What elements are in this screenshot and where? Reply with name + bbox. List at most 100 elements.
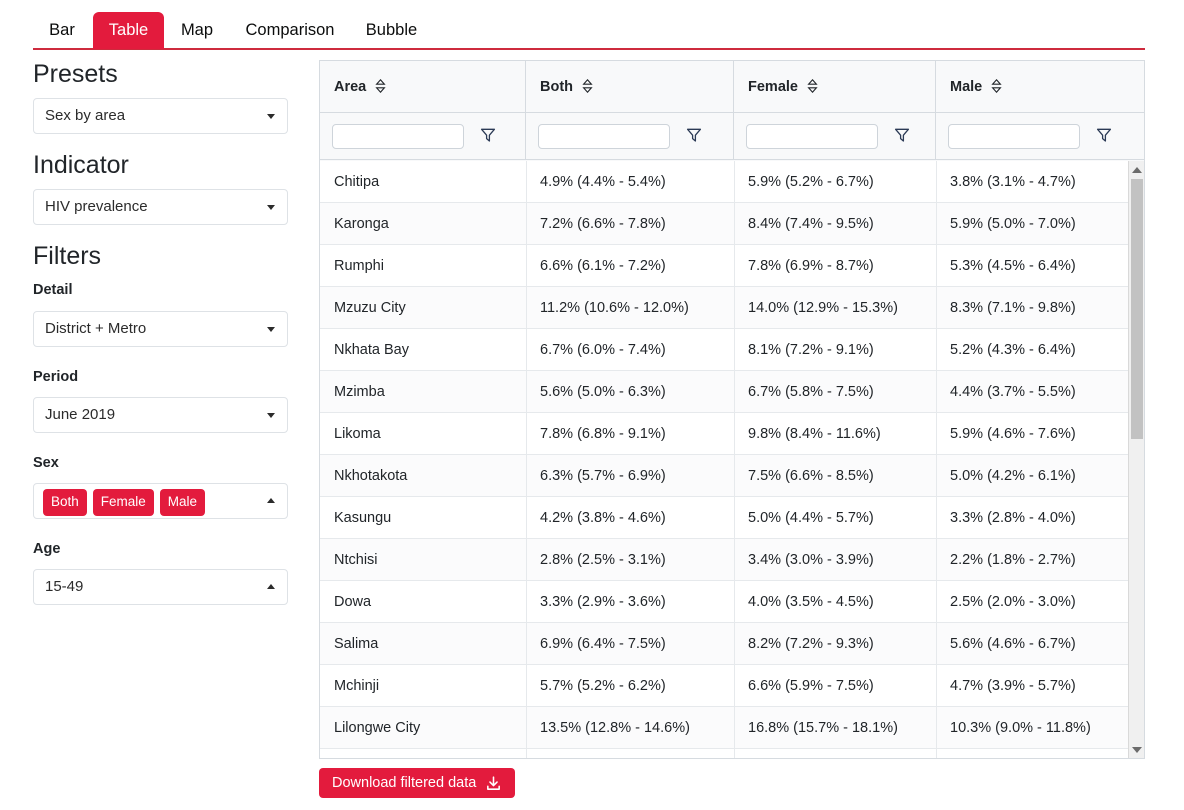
scroll-up-arrow-icon[interactable] [1132,167,1142,173]
cell-divider [734,539,735,581]
cell-area: Karonga [334,216,389,232]
cell-both: 6.9% (6.4% - 7.5%) [540,636,666,652]
table-row[interactable]: Kasungu 4.2% (3.8% - 4.6%) 5.0% (4.4% - 5.… [320,497,1130,539]
sort-updown-icon[interactable] [582,78,593,94]
column-header-label-area: Area [334,79,367,95]
tab-map[interactable]: Map [166,12,228,49]
scroll-down-arrow-icon[interactable] [1132,747,1142,753]
sort-updown-icon[interactable] [991,78,1002,94]
detail-select[interactable]: District + Metro [33,311,288,347]
indicator-select[interactable]: HIV prevalence [33,189,288,225]
cell-male: 5.6% (4.6% - 6.7%) [950,636,1076,652]
sort-updown-icon[interactable] [375,78,386,94]
filter-funnel-icon[interactable] [480,127,496,143]
table-row[interactable]: Dowa 3.3% (2.9% - 3.6%) 4.0% (3.5% - 4.5%)… [320,581,1130,623]
table-row[interactable]: Salima 6.9% (6.4% - 7.5%) 8.2% (7.2% - 9.3… [320,623,1130,665]
filter-input-area[interactable] [332,124,464,149]
column-header-male[interactable]: Male [936,61,1144,113]
cell-both: 4.2% (3.8% - 4.6%) [540,510,666,526]
column-header-area[interactable]: Area [320,61,526,113]
cell-male: 2.2% (1.8% - 2.7%) [950,552,1076,568]
sex-tag-both[interactable]: Both [43,489,87,516]
cell-divider [734,707,735,749]
cell-divider [526,287,527,329]
cell-female: 7.5% (6.6% - 8.5%) [748,468,874,484]
column-header-label-male: Male [950,79,983,95]
download-filtered-data-button[interactable]: Download filtered data [319,768,516,798]
cell-area: Ntchisi [334,552,378,568]
table-row[interactable]: Likoma 7.8% (6.8% - 9.1%) 9.8% (8.4% - 11.… [320,413,1130,455]
column-header-label-female: Female [748,79,798,95]
age-select[interactable]: 15-49 [33,569,288,605]
cell-divider [526,623,527,665]
chevron-down-icon [267,413,275,418]
cell-female: 5.0% (4.4% - 5.7%) [748,510,874,526]
cell-divider [936,371,937,413]
filter-input-female[interactable] [746,124,878,149]
cell-divider [526,707,527,749]
table-header: Area Both Female Male [320,61,1144,161]
filters-heading: Filters [33,242,102,270]
column-header-both[interactable]: Both [526,61,734,113]
cell-divider [526,413,527,455]
cell-male: 5.9% (4.6% - 7.6%) [950,426,1076,442]
table-row[interactable]: Mzimba 5.6% (5.0% - 6.3%) 6.7% (5.8% - 7.5… [320,371,1130,413]
period-select[interactable]: June 2019 [33,397,288,433]
indicator-select-value: HIV prevalence [45,198,148,215]
tab-bar[interactable]: Bar [33,12,91,49]
cell-divider [734,455,735,497]
filter-funnel-icon[interactable] [686,127,702,143]
sex-multiselect[interactable]: Both Female Male [33,483,288,519]
cell-divider [734,371,735,413]
cell-divider [734,665,735,707]
filter-funnel-icon[interactable] [1096,127,1112,143]
table-vertical-scrollbar[interactable] [1128,161,1144,758]
filter-funnel-icon[interactable] [894,127,910,143]
table-row[interactable]: Nkhata Bay 6.7% (6.0% - 7.4%) 8.1% (7.2% -… [320,329,1130,371]
filter-input-male[interactable] [948,124,1080,149]
cell-divider [936,623,937,665]
table-row[interactable] [320,749,1130,758]
table-row[interactable]: Mchinji 5.7% (5.2% - 6.2%) 6.6% (5.9% - 7.… [320,665,1130,707]
tab-table[interactable]: Table [93,12,164,49]
cell-divider [936,329,937,371]
table-row[interactable]: Rumphi 6.6% (6.1% - 7.2%) 7.8% (6.9% - 8.7… [320,245,1130,287]
cell-female: 14.0% (12.9% - 15.3%) [748,300,898,316]
cell-area: Chitipa [334,174,380,190]
tab-bubble[interactable]: Bubble [352,12,431,49]
detail-label: Detail [33,282,73,298]
filter-input-both[interactable] [538,124,670,149]
cell-divider [734,497,735,539]
sort-updown-icon[interactable] [807,78,818,94]
sex-tag-male[interactable]: Male [159,489,206,516]
table-row[interactable]: Lilongwe City 13.5% (12.8% - 14.6%) 16.8% … [320,707,1130,749]
age-label: Age [33,541,61,557]
table-row[interactable]: Nkhotakota 6.3% (5.7% - 6.9%) 7.5% (6.6% -… [320,455,1130,497]
table-row[interactable]: Karonga 7.2% (6.6% - 7.8%) 8.4% (7.4% - 9.… [320,203,1130,245]
presets-select[interactable]: Sex by area [33,98,288,134]
cell-female: 8.2% (7.2% - 9.3%) [748,636,874,652]
column-header-female[interactable]: Female [734,61,936,113]
cell-divider [526,665,527,707]
cell-area: Nkhotakota [334,468,408,484]
scrollbar-thumb[interactable] [1131,179,1143,439]
cell-divider [936,665,937,707]
cell-divider [526,539,527,581]
table-row[interactable]: Ntchisi 2.8% (2.5% - 3.1%) 3.4% (3.0% - 3.… [320,539,1130,581]
table-row[interactable]: Chitipa 4.9% (4.4% - 5.4%) 5.9% (5.2% - 6.… [320,161,1130,203]
table-row[interactable]: Mzuzu City 11.2% (10.6% - 12.0%) 14.0% (12… [320,287,1130,329]
cell-both: 6.7% (6.0% - 7.4%) [540,342,666,358]
cell-divider [734,287,735,329]
cell-area: Mchinji [334,678,380,694]
tab-comparison[interactable]: Comparison [230,12,350,49]
cell-divider [734,623,735,665]
sex-tag-female[interactable]: Female [92,489,154,516]
column-header-label-both: Both [540,79,574,95]
cell-female: 6.7% (5.8% - 7.5%) [748,384,874,400]
cell-female: 5.9% (5.2% - 6.7%) [748,174,874,190]
cell-male: 2.5% (2.0% - 3.0%) [950,594,1076,610]
chevron-down-icon [267,327,275,332]
cell-divider [526,203,527,245]
controls-sidebar: Presets Sex by area Indicator HIV preval… [0,52,312,810]
cell-male: 5.2% (4.3% - 6.4%) [950,342,1076,358]
